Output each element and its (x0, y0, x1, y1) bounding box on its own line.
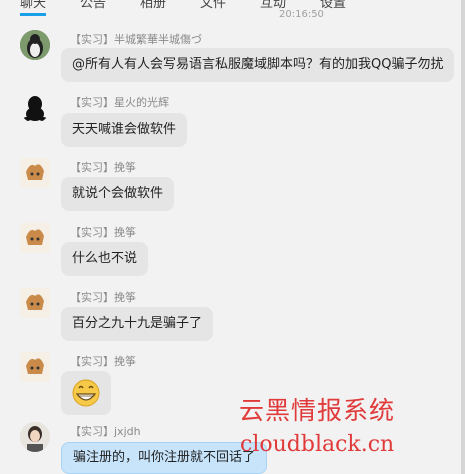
watermark-title: 云黑情报系统 (239, 396, 396, 425)
avatar[interactable] (20, 288, 50, 318)
sender-name: 【实习】挽筝 (70, 355, 136, 368)
sender-name: 【实习】星火的光辉 (70, 96, 169, 109)
message-bubble[interactable]: 什么也不说 (61, 242, 149, 276)
cartoon-avatar-icon (20, 223, 50, 253)
avatar[interactable] (20, 352, 50, 382)
scrollbar-track[interactable] (461, 0, 465, 474)
avatar[interactable] (20, 158, 50, 188)
person-avatar-icon (20, 422, 50, 452)
watermark-url: cloudblack.cn (240, 432, 395, 457)
sender-name: 【实习】挽筝 (70, 161, 136, 174)
avatar[interactable] (20, 223, 50, 253)
message-bubble[interactable]: 百分之九十九是骗子了 (61, 307, 214, 341)
sender-name: 【实习】jxjdh (70, 425, 141, 438)
avatar[interactable] (20, 93, 50, 123)
penguin-avatar-icon (20, 30, 50, 60)
sender-name: 【实习】挽筝 (70, 291, 136, 304)
message-timestamp: 20:16:50 (279, 9, 324, 20)
avatar[interactable] (20, 422, 50, 452)
cartoon-avatar-icon (20, 288, 50, 318)
qq-penguin-icon (23, 96, 47, 121)
message-bubble[interactable] (61, 371, 111, 415)
tab-files[interactable]: 文件 (200, 0, 226, 11)
sender-name: 【实习】挽筝 (70, 226, 136, 239)
tab-announcement[interactable]: 公告 (80, 0, 106, 11)
grinning-emoji-icon (72, 379, 100, 407)
tab-chat[interactable]: 聊天 (20, 0, 47, 16)
message-bubble[interactable]: 骗注册的，叫你注册就不回话了 (61, 442, 268, 474)
cartoon-avatar-icon (20, 158, 50, 188)
avatar[interactable] (20, 30, 50, 60)
message-bubble[interactable]: 天天喊谁会做软件 (61, 113, 188, 147)
sender-name: 【实习】半城繁華半城傷づ (70, 33, 202, 46)
chat-tab-bar: 聊天 公告 相册 文件 互动 设置 (0, 0, 465, 16)
message-bubble[interactable]: @所有人有人会写易语言私服魔域脚本吗？有的加我QQ骗子勿扰 (61, 48, 455, 82)
tab-album[interactable]: 相册 (140, 0, 166, 11)
message-bubble[interactable]: 就说个会做软件 (61, 177, 175, 211)
cartoon-avatar-icon (20, 352, 50, 382)
